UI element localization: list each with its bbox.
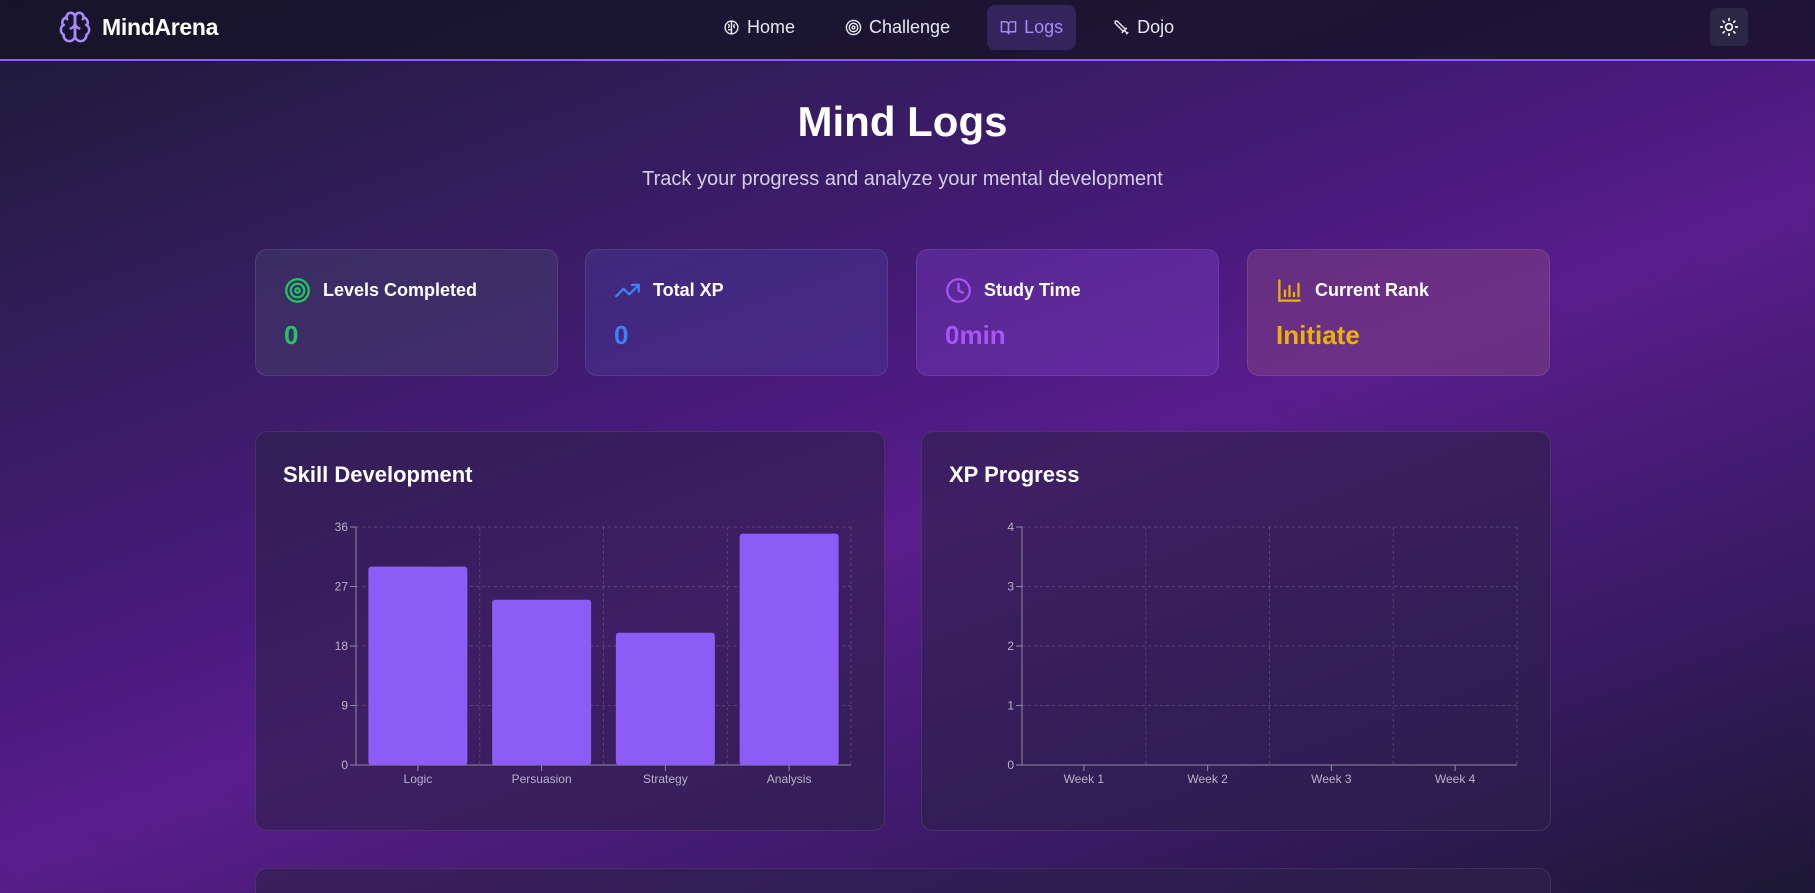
bar-logic xyxy=(368,566,468,765)
brand-name: MindArena xyxy=(102,13,219,40)
y-tick-label: 27 xyxy=(335,580,349,594)
nav-item-label: Logs xyxy=(1024,17,1064,37)
y-tick-label: 18 xyxy=(335,639,349,653)
x-tick-label: Week 4 xyxy=(1435,772,1476,786)
y-tick-label: 36 xyxy=(335,520,349,534)
top-navbar: MindArena Home Challenge Logs Dojo xyxy=(0,0,1815,61)
brain-icon xyxy=(724,20,739,35)
sun-icon xyxy=(1719,17,1739,37)
y-tick-label: 3 xyxy=(1007,580,1014,594)
stat-value: 0 xyxy=(284,320,299,350)
stat-value: Initiate xyxy=(1276,320,1360,350)
x-tick-label: Analysis xyxy=(767,772,812,786)
stat-label: Total XP xyxy=(653,280,724,300)
book-open-icon xyxy=(1000,21,1017,35)
stat-value: 0 xyxy=(614,320,629,350)
x-tick-label: Week 3 xyxy=(1311,772,1352,786)
x-tick-label: Persuasion xyxy=(512,772,572,786)
x-tick-label: Logic xyxy=(404,772,433,786)
page-title: Mind Logs xyxy=(797,98,1008,145)
stat-card-current-rank: Current Rank Initiate xyxy=(1247,249,1550,376)
bar-analysis xyxy=(739,533,839,765)
nav-item-challenge[interactable]: Challenge xyxy=(832,5,963,50)
y-tick-label: 0 xyxy=(341,758,348,772)
target-icon xyxy=(285,278,310,303)
stat-label: Levels Completed xyxy=(323,280,478,300)
brain-icon xyxy=(58,10,92,44)
sword-icon xyxy=(1114,20,1129,35)
y-tick-label: 2 xyxy=(1007,639,1014,653)
xp-progress-panel: XP Progress 0 1 2 3 4 Week 1 Week 2 Week 3 Week … xyxy=(921,431,1551,831)
x-tick-label: Week 1 xyxy=(1064,772,1105,786)
brand-logo[interactable]: MindArena xyxy=(58,10,218,44)
stat-value: 0min xyxy=(945,320,1006,350)
page-subtitle: Track your progress and analyze your men… xyxy=(642,168,1163,190)
target-icon xyxy=(845,19,862,36)
bar-chart-icon xyxy=(1278,279,1301,302)
y-tick-label: 4 xyxy=(1007,520,1014,534)
nav-item-logs[interactable]: Logs xyxy=(987,5,1077,50)
stat-card-study-time: Study Time 0min xyxy=(916,249,1219,376)
skill-development-panel: Skill Development 0 9 18 27 36 Logic Persuasio… xyxy=(255,431,885,831)
trending-up-icon xyxy=(615,283,640,298)
x-tick-label: Week 2 xyxy=(1187,772,1228,786)
nav-item-home[interactable]: Home xyxy=(710,5,808,50)
bar-persuasion xyxy=(492,599,592,765)
y-tick-label: 9 xyxy=(341,699,348,713)
nav-item-label: Challenge xyxy=(869,17,951,37)
y-tick-label: 0 xyxy=(1007,758,1014,772)
y-tick-label: 1 xyxy=(1007,699,1014,713)
skill-development-chart: 0 9 18 27 36 Logic Persuasion Strategy Analysis xyxy=(335,520,852,786)
stat-label: Current Rank xyxy=(1315,280,1430,300)
nav-item-label: Dojo xyxy=(1137,17,1175,37)
clock-icon xyxy=(946,278,971,303)
x-tick-label: Strategy xyxy=(643,772,688,786)
nav-item-label: Home xyxy=(747,17,796,37)
xp-progress-chart: 0 1 2 3 4 Week 1 Week 2 Week 3 Week 4 xyxy=(1007,520,1518,786)
stat-label: Study Time xyxy=(984,280,1081,300)
stat-card-levels-completed: Levels Completed 0 xyxy=(255,249,558,376)
stat-card-total-xp: Total XP 0 xyxy=(585,249,888,376)
nav-item-dojo[interactable]: Dojo xyxy=(1100,5,1187,50)
nav-links: Home Challenge Logs Dojo xyxy=(710,5,1211,50)
bar-strategy xyxy=(615,632,715,765)
bottom-panel xyxy=(255,868,1551,893)
theme-toggle-button[interactable] xyxy=(1710,8,1748,46)
